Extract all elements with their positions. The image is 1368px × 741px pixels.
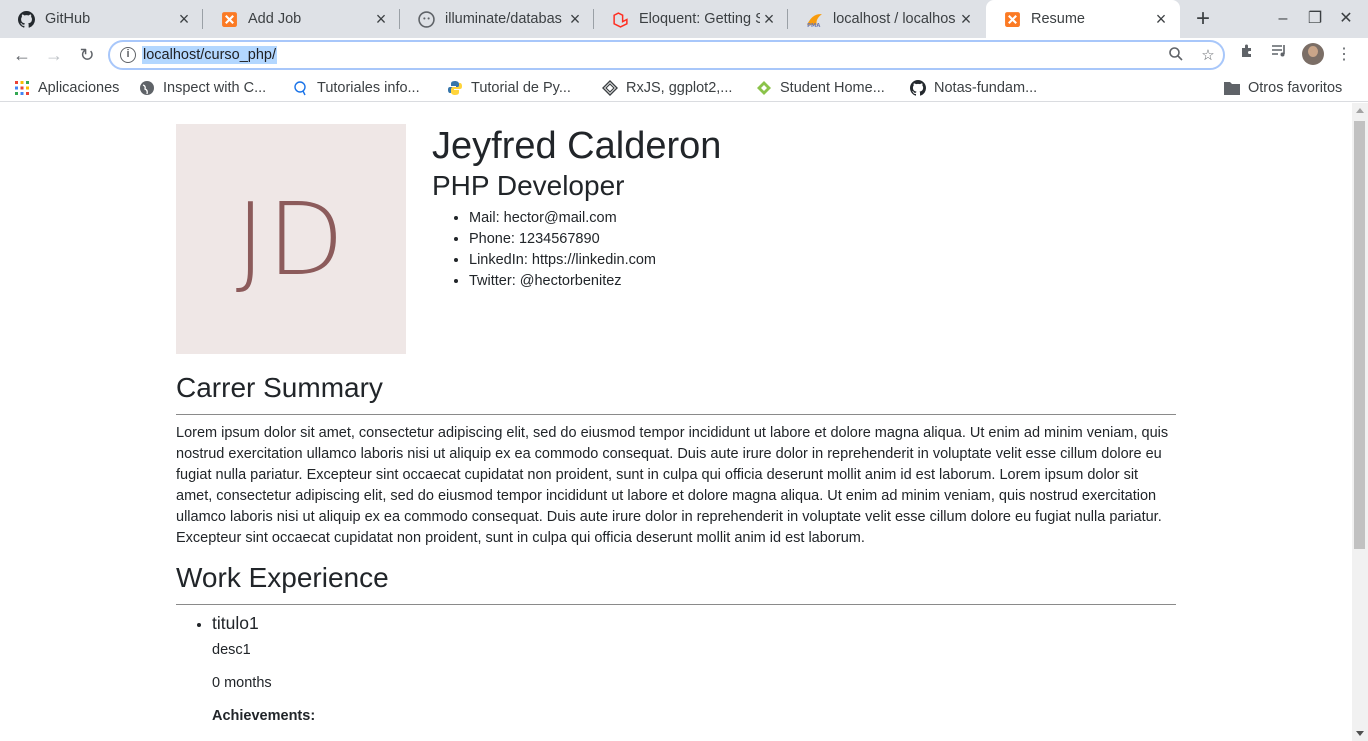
bookmark-apps[interactable]: Aplicaciones: [14, 78, 119, 98]
profile-info: Jeyfred Calderon PHP Developer Mail: hec…: [432, 124, 721, 292]
kebab-menu-icon[interactable]: ⋮: [1332, 43, 1356, 67]
reload-icon[interactable]: ↻: [74, 42, 100, 68]
work-experience-section: Work Experience titulo1 desc1 0 months A…: [176, 562, 1176, 726]
bookmark-other-folder[interactable]: Otros favoritos: [1224, 78, 1342, 98]
contact-mail: Mail: hector@mail.com: [469, 208, 721, 229]
tab-phpmyadmin[interactable]: PMA localhost / localhos ×: [788, 0, 985, 38]
contact-twitter: Twitter: @hectorbenitez: [469, 271, 721, 292]
maximize-icon[interactable]: ❐: [1304, 8, 1326, 30]
profile-photo-placeholder: JD: [176, 124, 406, 354]
github-octocat-icon: [418, 10, 435, 28]
bookmark-tutoriales[interactable]: Tutoriales info...: [293, 78, 420, 98]
job-list: titulo1 desc1 0 months Achievements:: [176, 612, 1176, 726]
bookmark-notas[interactable]: Notas-fundam...: [910, 78, 1037, 98]
bookmark-label: Student Home...: [780, 80, 885, 96]
close-icon[interactable]: ×: [1152, 10, 1170, 28]
bookmark-label: Otros favoritos: [1248, 80, 1343, 96]
folder-icon: [1224, 80, 1240, 96]
github-icon: [18, 10, 35, 28]
section-title-work: Work Experience: [176, 562, 389, 593]
tab-add-job[interactable]: Add Job ×: [203, 0, 400, 38]
address-bar[interactable]: i localhost/curso_php/ ☆: [108, 40, 1225, 70]
xampp-icon: [221, 11, 238, 28]
bookmark-label: Tutoriales info...: [317, 80, 420, 96]
close-icon[interactable]: ×: [566, 10, 584, 28]
tab-title: localhost / localhos: [833, 11, 956, 27]
job-description: desc1: [212, 642, 251, 658]
svg-text:PMA: PMA: [807, 22, 821, 27]
vertical-scrollbar[interactable]: [1352, 103, 1368, 741]
summary-text: Lorem ipsum dolor sit amet, consectetur …: [176, 425, 1169, 546]
python-icon: [447, 80, 463, 96]
close-icon[interactable]: ×: [372, 10, 390, 28]
tab-title: Add Job: [248, 11, 302, 27]
tab-resume[interactable]: Resume ×: [986, 0, 1180, 38]
site-info-icon[interactable]: i: [120, 47, 136, 63]
bookmark-star-icon[interactable]: ☆: [1198, 46, 1218, 66]
contact-phone: Phone: 1234567890: [469, 229, 721, 250]
profile-role: PHP Developer: [432, 170, 625, 201]
window-close-icon[interactable]: ✕: [1335, 8, 1357, 30]
profile-initials: JD: [235, 180, 347, 298]
diamond-icon: [602, 80, 618, 96]
github-icon: [910, 80, 926, 96]
search-bubble-icon: [293, 80, 309, 96]
extensions-icon[interactable]: [1235, 43, 1259, 67]
tab-eloquent[interactable]: Eloquent: Getting S ×: [594, 0, 788, 38]
apps-grid-icon: [14, 80, 30, 96]
bookmark-label: RxJS, ggplot2,...: [626, 80, 733, 96]
profile-name: Jeyfred Calderon: [432, 125, 722, 167]
bookmarks-bar: Aplicaciones Inspect with C... Tutoriale…: [0, 74, 1368, 102]
url-text[interactable]: localhost/curso_php/: [142, 46, 277, 64]
bookmark-python[interactable]: Tutorial de Py...: [447, 78, 571, 98]
bookmark-label: Tutorial de Py...: [471, 80, 571, 96]
laravel-icon: [612, 11, 629, 28]
contact-list: Mail: hector@mail.com Phone: 1234567890 …: [432, 208, 721, 292]
back-arrow-icon[interactable]: ←: [9, 42, 35, 68]
browser-toolbar: ← → ↻ i localhost/curso_php/ ☆ ⋮: [0, 38, 1368, 74]
tab-strip: GitHub × Add Job × illuminate/databas × …: [0, 0, 1368, 38]
contact-linkedin: LinkedIn: https://linkedin.com: [469, 250, 721, 271]
job-achievements-label: Achievements:: [212, 708, 316, 724]
profile-avatar[interactable]: [1302, 43, 1324, 65]
xampp-icon: [1004, 11, 1021, 28]
bookmark-student-home[interactable]: Student Home...: [756, 78, 885, 98]
new-tab-button[interactable]: +: [1193, 7, 1213, 31]
tab-illuminate[interactable]: illuminate/databas ×: [400, 0, 594, 38]
scrollbar-thumb[interactable]: [1354, 121, 1365, 549]
media-queue-icon[interactable]: [1267, 43, 1291, 67]
section-title-summary: Carrer Summary: [176, 372, 383, 403]
bookmark-label: Notas-fundam...: [934, 80, 1038, 96]
leaf-icon: [756, 80, 772, 96]
globe-icon: [139, 80, 155, 96]
bookmark-label: Inspect with C...: [163, 80, 267, 96]
tab-title: Resume: [1031, 11, 1085, 27]
close-icon[interactable]: ×: [957, 10, 975, 28]
minimize-icon[interactable]: –: [1272, 8, 1294, 30]
page-viewport: JD Jeyfred Calderon PHP Developer Mail: …: [0, 103, 1352, 741]
zoom-icon[interactable]: [1166, 46, 1186, 66]
section-divider: [176, 414, 1176, 415]
job-duration: 0 months: [212, 675, 272, 691]
tab-title: illuminate/databas: [445, 11, 562, 27]
bookmark-inspect[interactable]: Inspect with C...: [139, 78, 266, 98]
tab-title: GitHub: [45, 11, 91, 27]
tab-title: Eloquent: Getting S: [639, 11, 760, 27]
forward-arrow-icon[interactable]: →: [41, 42, 67, 68]
close-icon[interactable]: ×: [760, 10, 778, 28]
bookmark-rxjs[interactable]: RxJS, ggplot2,...: [602, 78, 732, 98]
scroll-up-arrow-icon[interactable]: [1356, 108, 1364, 113]
bookmark-label: Aplicaciones: [38, 80, 120, 96]
phpmyadmin-icon: PMA: [806, 11, 823, 28]
scroll-down-arrow-icon[interactable]: [1356, 731, 1364, 736]
tab-github[interactable]: GitHub ×: [0, 0, 203, 38]
job-title: titulo1: [212, 613, 259, 633]
section-divider: [176, 604, 1176, 605]
close-icon[interactable]: ×: [175, 10, 193, 28]
career-summary-section: Carrer Summary Lorem ipsum dolor sit ame…: [176, 372, 1176, 549]
job-item: titulo1 desc1 0 months Achievements:: [212, 612, 1176, 726]
